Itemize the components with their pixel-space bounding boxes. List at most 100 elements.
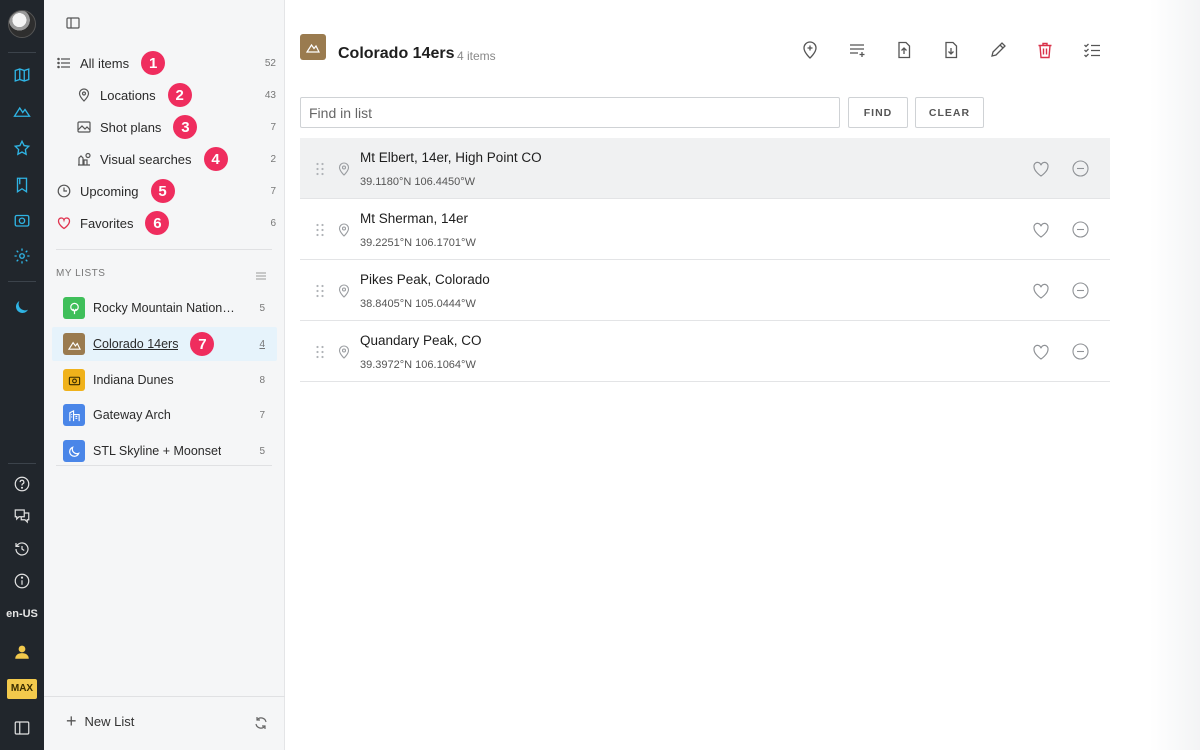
row-title[interactable]: Mt Sherman, 14er: [360, 211, 468, 226]
list-row[interactable]: Mt Elbert, 14er, High Point CO 39.1180°N…: [300, 138, 1110, 199]
nav-count: 6: [270, 217, 276, 229]
user-avatar[interactable]: [8, 10, 36, 38]
add-to-list-icon[interactable]: [847, 40, 867, 60]
nav-locations[interactable]: Locations 2 43: [76, 81, 276, 109]
drag-handle-icon[interactable]: [315, 345, 325, 359]
callout-badge: 2: [167, 83, 192, 107]
list-menu-icon[interactable]: [256, 268, 266, 280]
visual-search-icon: [76, 151, 92, 167]
callout-badge: 1: [141, 51, 166, 75]
moon-icon[interactable]: [10, 295, 34, 319]
rail-divider: [8, 52, 36, 53]
heart-icon: [56, 215, 72, 231]
import-icon[interactable]: [941, 40, 961, 60]
history-icon[interactable]: [10, 537, 34, 561]
row-title[interactable]: Pikes Peak, Colorado: [360, 272, 490, 287]
sync-icon[interactable]: [254, 716, 268, 730]
info-icon[interactable]: [10, 569, 34, 593]
favorite-heart-icon[interactable]: [1032, 221, 1050, 239]
panel-icon[interactable]: [10, 716, 34, 740]
sidebar-footer-divider: [44, 696, 285, 697]
remove-item-icon[interactable]: [1072, 221, 1089, 238]
plus-icon: +: [66, 711, 77, 731]
nav-favorites[interactable]: Favorites 6 6: [56, 209, 276, 237]
chat-icon[interactable]: [10, 504, 34, 528]
callout-badge: 3: [173, 115, 198, 139]
new-list-button[interactable]: + New List: [66, 712, 134, 730]
mountains-icon: [306, 43, 320, 53]
list-label: STL Skyline + Moonset: [93, 444, 222, 458]
tree-icon: [63, 297, 85, 319]
sidebar-divider: [56, 465, 272, 466]
clear-button[interactable]: CLEAR: [915, 97, 984, 128]
map-icon[interactable]: [10, 63, 34, 87]
pin-icon: [76, 87, 92, 103]
help-icon[interactable]: [10, 472, 34, 496]
list-row[interactable]: Pikes Peak, Colorado 38.8405°N 105.0444°…: [300, 260, 1110, 321]
user-icon[interactable]: [10, 640, 34, 664]
list-thumbnail: [300, 34, 326, 60]
list-row[interactable]: Quandary Peak, CO 39.3972°N 106.1064°W: [300, 321, 1110, 382]
remove-item-icon[interactable]: [1072, 160, 1089, 177]
list-label: Indiana Dunes: [93, 373, 174, 387]
add-location-icon[interactable]: [800, 40, 820, 60]
remove-item-icon[interactable]: [1072, 282, 1089, 299]
list-count: 7: [259, 409, 265, 421]
find-button[interactable]: FIND: [848, 97, 908, 128]
list-item-colorado-14ers[interactable]: Colorado 14ers 7 4: [52, 327, 277, 361]
mountains-icon[interactable]: [10, 99, 34, 123]
moon-icon: [63, 440, 85, 462]
nav-count: 52: [264, 57, 276, 69]
nav-visual-searches[interactable]: Visual searches 4 2: [76, 145, 276, 173]
list-item-gateway-arch[interactable]: Gateway Arch 7: [52, 398, 277, 432]
list-item-indiana-dunes[interactable]: Indiana Dunes 8: [52, 363, 277, 397]
remove-item-icon[interactable]: [1072, 343, 1089, 360]
favorite-heart-icon[interactable]: [1032, 160, 1050, 178]
camera-icon[interactable]: [10, 208, 34, 232]
row-title[interactable]: Quandary Peak, CO: [360, 333, 482, 348]
nav-count: 2: [270, 153, 276, 165]
list-row[interactable]: Mt Sherman, 14er 39.2251°N 106.1701°W: [300, 199, 1110, 260]
language-selector[interactable]: en-US: [0, 608, 44, 620]
callout-badge: 7: [190, 332, 215, 356]
list-label: Gateway Arch: [93, 408, 171, 422]
favorite-heart-icon[interactable]: [1032, 343, 1050, 361]
plan-badge[interactable]: MAX: [7, 679, 37, 699]
camera-icon: [63, 369, 85, 391]
list-label: Colorado 14ers: [93, 337, 179, 351]
sidebar: All items 1 52 Locations 2 43 Shot plans…: [44, 0, 285, 750]
list-item-stl-skyline[interactable]: STL Skyline + Moonset 5: [52, 434, 277, 468]
drag-handle-icon[interactable]: [315, 223, 325, 237]
favorite-heart-icon[interactable]: [1032, 282, 1050, 300]
sidebar-divider: [56, 249, 272, 250]
drag-handle-icon[interactable]: [315, 162, 325, 176]
list-count: 4: [259, 338, 265, 350]
nav-label: Visual searches: [100, 151, 192, 167]
row-title[interactable]: Mt Elbert, 14er, High Point CO: [360, 150, 542, 165]
row-coordinates: 39.3972°N 106.1064°W: [360, 359, 476, 371]
image-icon: [76, 119, 92, 135]
nav-label: Upcoming: [80, 183, 139, 199]
list-item-rocky-mountain[interactable]: Rocky Mountain National Park 5: [52, 291, 277, 325]
drag-handle-icon[interactable]: [315, 284, 325, 298]
my-lists-heading: MY LISTS: [56, 268, 106, 279]
delete-icon[interactable]: [1035, 40, 1055, 60]
sidebar-toggle-icon[interactable]: [66, 16, 80, 30]
pin-icon: [338, 345, 350, 359]
bookmark-icon[interactable]: [10, 173, 34, 197]
nav-all-items[interactable]: All items 1 52: [56, 49, 276, 77]
search-input[interactable]: [300, 97, 840, 128]
edit-icon[interactable]: [988, 40, 1008, 60]
nav-label: All items: [80, 55, 130, 71]
nav-upcoming[interactable]: Upcoming 5 7: [56, 177, 276, 205]
export-icon[interactable]: [894, 40, 914, 60]
star-icon[interactable]: [10, 136, 34, 160]
nav-shot-plans[interactable]: Shot plans 3 7: [76, 113, 276, 141]
pin-icon: [338, 162, 350, 176]
list-count: 5: [259, 445, 265, 457]
row-coordinates: 38.8405°N 105.0444°W: [360, 298, 476, 310]
nav-label: Shot plans: [100, 119, 162, 135]
checklist-icon[interactable]: [1082, 40, 1102, 60]
gear-icon[interactable]: [10, 244, 34, 268]
pin-icon: [338, 223, 350, 237]
